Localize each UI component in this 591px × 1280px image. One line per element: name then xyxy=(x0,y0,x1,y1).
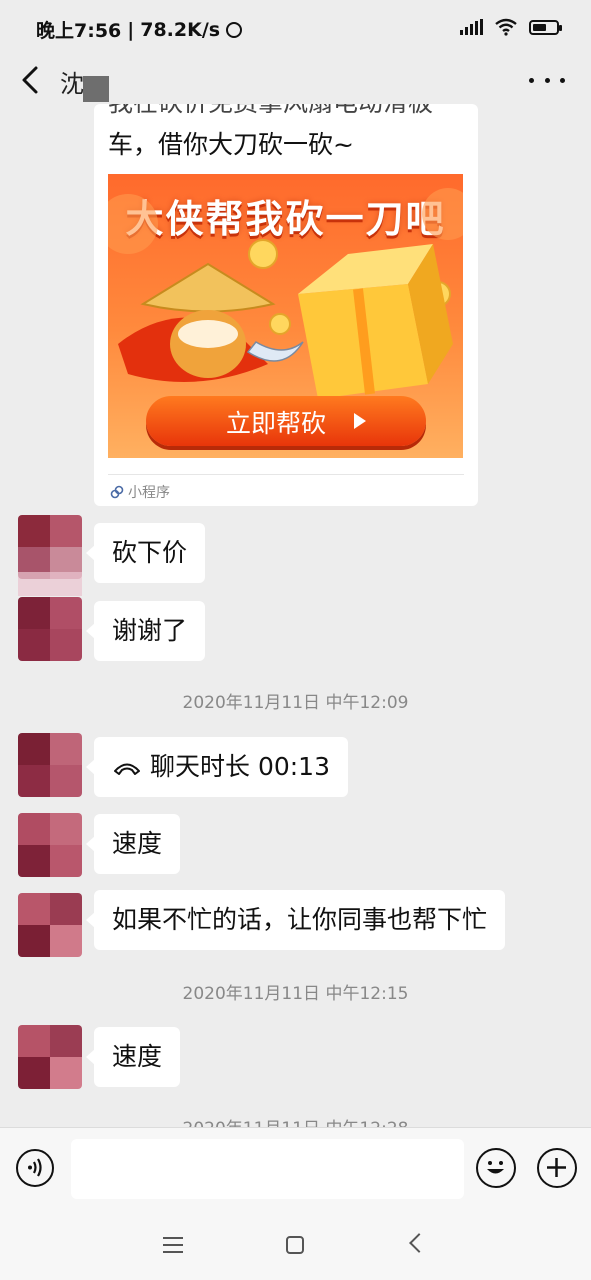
status-separator: | xyxy=(127,18,135,41)
mini-program-label: 小程序 xyxy=(128,485,170,501)
status-bar: 晚上7:56 | 78.2K/s xyxy=(0,0,591,56)
avatar[interactable] xyxy=(18,597,82,661)
voice-icon xyxy=(28,1158,42,1177)
avatar[interactable] xyxy=(18,1025,82,1089)
avatar[interactable] xyxy=(18,813,82,877)
divider xyxy=(108,474,464,475)
mosaic-mask xyxy=(83,76,109,102)
battery-icon xyxy=(529,19,562,35)
back-arrow-icon[interactable] xyxy=(14,62,50,98)
help-cut-button-label: 立即帮砍 xyxy=(226,409,327,438)
message-timestamp: 2020年11月11日 中午12:15 xyxy=(182,984,409,1004)
battery-level xyxy=(533,23,547,31)
emoji-button[interactable] xyxy=(476,1148,516,1188)
more-options-button[interactable] xyxy=(529,68,565,92)
dot-icon xyxy=(544,77,550,83)
more-functions-button[interactable] xyxy=(537,1148,577,1188)
avatar[interactable] xyxy=(18,733,82,797)
call-record-bubble[interactable]: 聊天时长 00:13 xyxy=(86,737,348,797)
message-bubble[interactable]: 如果不忙的话，让你同事也帮下忙 xyxy=(85,890,506,950)
avatar[interactable] xyxy=(18,515,82,579)
call-duration: 聊天时长 00:13 xyxy=(150,752,330,781)
home-icon[interactable] xyxy=(286,1236,304,1254)
mini-program-footer: 小程序 xyxy=(110,482,170,502)
status-icons xyxy=(460,18,562,36)
play-arrow-icon xyxy=(354,413,366,429)
mini-program-text-line: 车，借你大刀砍一砍~ xyxy=(108,130,354,159)
menu-icon[interactable] xyxy=(163,1237,183,1253)
nav-back-icon[interactable] xyxy=(409,1233,429,1253)
help-cut-button[interactable]: 立即帮砍 xyxy=(146,396,426,446)
dot-icon xyxy=(560,77,565,83)
smiley-icon xyxy=(487,1161,504,1174)
wifi-icon xyxy=(495,18,517,36)
status-left: 晚上7:56 | 78.2K/s xyxy=(36,16,243,43)
chat-input-bar xyxy=(0,1127,591,1212)
message-timestamp: 2020年11月11日 中午12:09 xyxy=(182,693,409,713)
mini-program-card[interactable]: 我在砍价免费拿风扇电动滑板 车，借你大刀砍一砍~ 大侠帮我砍一刀吧 xyxy=(94,104,478,506)
system-navigation-bar xyxy=(0,1211,591,1280)
message-bubble[interactable]: 速度 xyxy=(85,814,181,874)
chat-header: 沈 xyxy=(0,56,591,106)
signal-icon xyxy=(460,19,483,35)
network-speed: 78.2K/s xyxy=(140,18,221,41)
phone-icon xyxy=(114,763,140,775)
dot-icon xyxy=(529,77,534,83)
message-input[interactable] xyxy=(71,1139,464,1199)
plus-icon xyxy=(547,1158,566,1177)
mini-program-text-partial: 我在砍价免费拿风扇电动滑板 xyxy=(108,104,433,120)
avatar[interactable] xyxy=(18,893,82,957)
status-time: 晚上7:56 xyxy=(36,20,122,42)
alarm-icon xyxy=(226,21,243,38)
message-bubble[interactable]: 速度 xyxy=(85,1027,181,1087)
voice-input-button[interactable] xyxy=(16,1149,54,1187)
mini-program-icon xyxy=(110,485,124,499)
avatar-blur xyxy=(18,572,82,596)
mini-program-banner[interactable]: 大侠帮我砍一刀吧 立即帮砍 xyxy=(108,174,463,458)
message-bubble[interactable]: 砍下价 xyxy=(85,523,206,583)
message-bubble[interactable]: 谢谢了 xyxy=(85,601,206,661)
contact-name[interactable]: 沈 xyxy=(60,64,84,99)
